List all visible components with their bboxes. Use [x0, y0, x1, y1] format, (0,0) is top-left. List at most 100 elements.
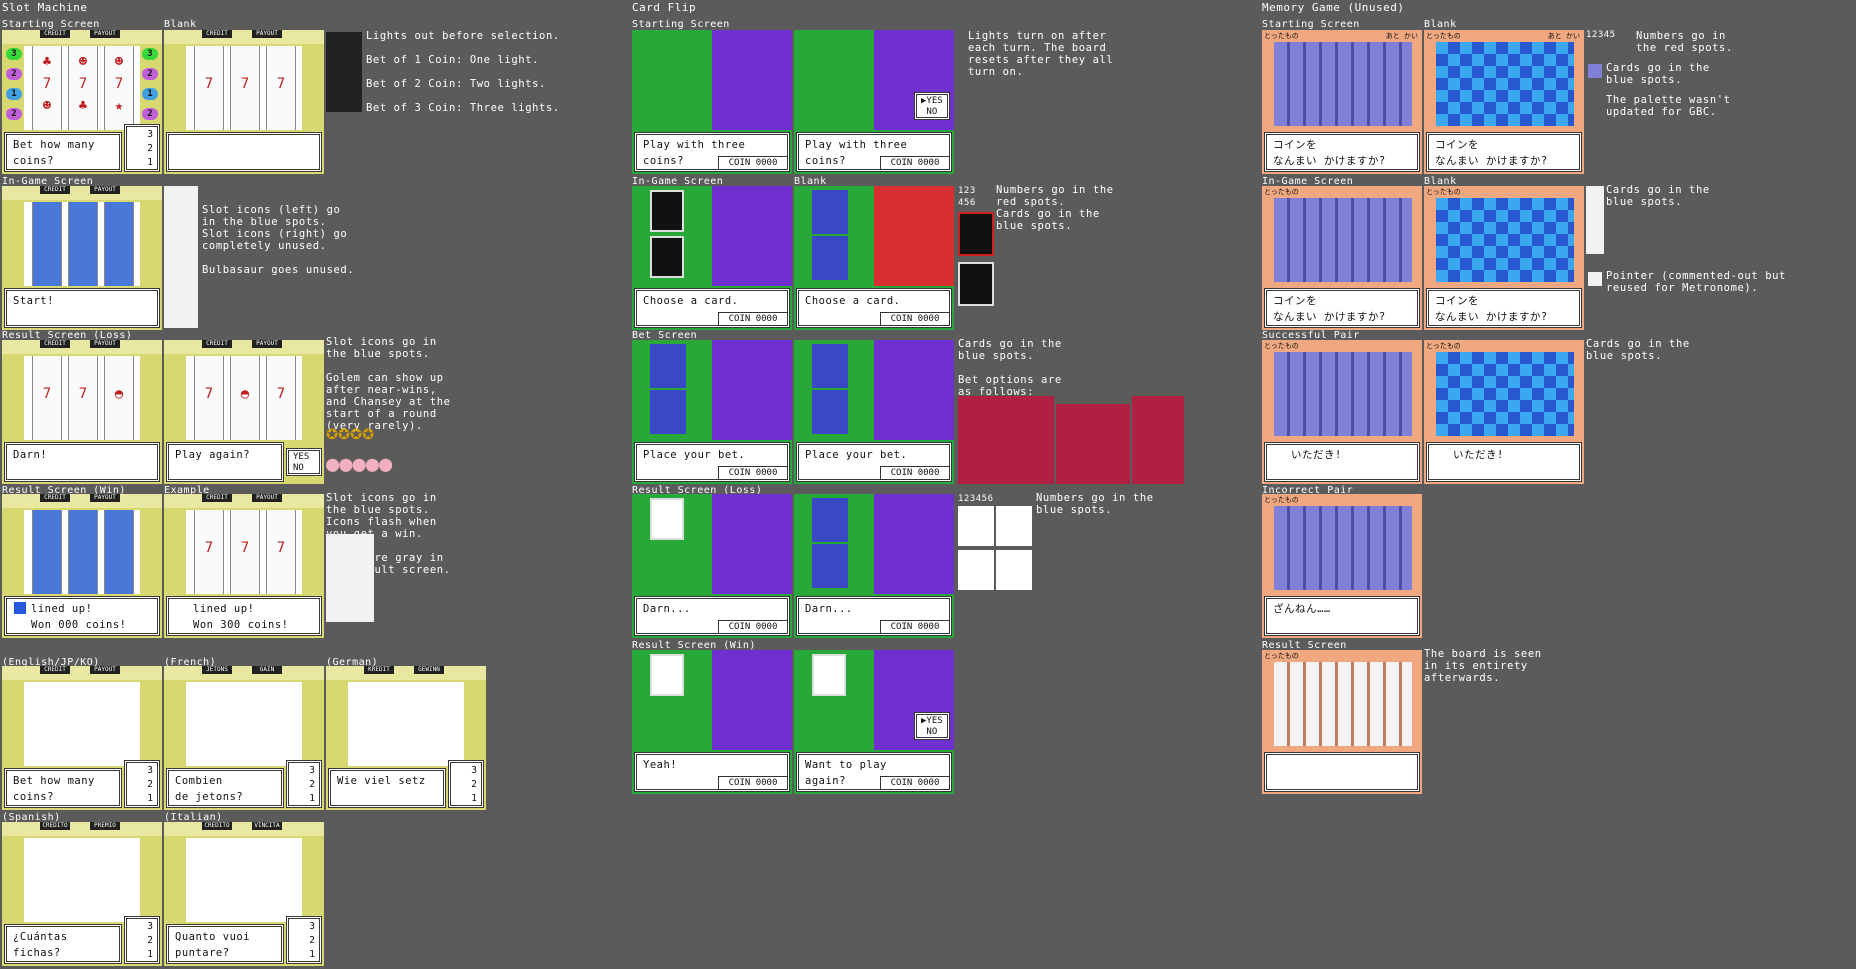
bet-options-box[interactable]: 3 2 1	[286, 760, 322, 808]
mem-starting-screen: とったもの あと かい コインを なんまい かけますか?	[1262, 30, 1422, 174]
seven-icon: 7	[42, 386, 52, 402]
slot-reels: 7 7 ◓	[24, 356, 140, 440]
mem-numbers-note: Numbers go in the red spots.	[1636, 30, 1733, 54]
cf-board	[712, 186, 792, 286]
slot-ita-screen: CREDITO VINCITA Quanto vuoi puntare? 3 2…	[164, 822, 324, 966]
coin-counter: COIN 0000	[880, 312, 950, 326]
slot-reels	[348, 682, 464, 766]
coin-counter: COIN 0000	[880, 620, 950, 634]
slot-reels	[24, 510, 140, 594]
cf-board	[712, 340, 792, 440]
cf-board	[874, 494, 954, 594]
slot-reels: 7 7 7	[186, 510, 302, 594]
mem-header-left: とったもの	[1426, 342, 1461, 350]
payout-label: PAYOUT	[90, 186, 120, 194]
slot-eng-screen: CREDIT PAYOUT Bet how many coins? 3 2 1	[2, 666, 162, 810]
seven-icon: 7	[276, 386, 286, 402]
payout-label: PAYOUT	[90, 30, 120, 38]
slot-topbar	[2, 494, 162, 508]
cf-lights-note: Lights turn on after each turn. The boar…	[968, 30, 1114, 78]
reel-right: ☻ 7 ★	[104, 46, 134, 130]
slot-ger-screen: KREDIT GEWINN Wie viel setz 3 2 1	[326, 666, 486, 810]
blue-spot	[650, 390, 686, 434]
mem-header-left: とったもの	[1264, 496, 1299, 504]
slot-won-dialog: lined up! Won 000 coins!	[4, 596, 160, 636]
slot-ingame-screen: CREDIT PAYOUT Start!	[2, 186, 162, 330]
reel-middle: ☻ 7 ♣	[68, 46, 98, 130]
reel-blue-left	[32, 202, 62, 286]
jigglypuff-card-icon	[996, 506, 1032, 546]
seven-icon: 7	[204, 540, 214, 556]
bet-options-box[interactable]: 3 2 1	[124, 760, 160, 808]
credit-label: JETONS	[202, 666, 232, 674]
coin-counter: COIN 0000	[880, 776, 950, 790]
slot-bet-dialog: Bet how many coins?	[4, 132, 122, 172]
mem-header-left: とったもの	[1264, 188, 1299, 196]
mem-header-left: とったもの	[1264, 342, 1299, 350]
slot-icons-note: Slot icons (left) go in the blue spots. …	[202, 204, 355, 276]
slot-reels	[24, 682, 140, 766]
ger-bet-dialog: Wie viel setz	[328, 768, 446, 808]
reel-middle: 7	[230, 46, 260, 130]
bet-options-box[interactable]: 3 2 1	[124, 124, 160, 172]
line-badge-2rb: 2	[142, 108, 158, 120]
slot-icon-sheet	[164, 186, 198, 328]
mem-board-checker	[1436, 42, 1574, 126]
credit-label: KREDIT	[364, 666, 394, 674]
cherry-icon: ♣	[78, 98, 88, 114]
coin-counter: COIN 0000	[880, 466, 950, 480]
yes-no-box[interactable]: ▶YES NO	[914, 712, 950, 740]
cf-board	[712, 494, 792, 594]
mem-digits: 12345	[1586, 30, 1616, 40]
slot-reels: 7 ◓ 7	[186, 356, 302, 440]
payout-label: PAYOUT	[90, 340, 120, 348]
mem-result-note: The board is seen in its entirety afterw…	[1424, 648, 1542, 684]
star-icon: ★	[114, 98, 124, 114]
poliwag-card-icon	[958, 550, 994, 590]
seven-icon: 7	[240, 540, 250, 556]
slot-topbar	[164, 30, 324, 44]
cf-digits-row1: 123	[958, 186, 976, 196]
seven-icon: 7	[42, 76, 52, 92]
slot-blank-screen: CREDIT PAYOUT 7 7 7	[164, 30, 324, 174]
seven-icon: 7	[276, 540, 286, 556]
cf-numbers-note: Numbers go in the red spots. Cards go in…	[996, 184, 1114, 232]
blue-spot	[650, 344, 686, 388]
yes-no-box[interactable]: ▶YES NO	[914, 92, 950, 120]
mem-itadaki-dialog: いただき!	[1264, 442, 1420, 482]
slot-reels: ♣ 7 ☻ ☻ 7 ♣ ☻ 7 ★	[24, 46, 140, 130]
payout-label: PAYOUT	[252, 494, 282, 502]
slot-lights-note: Lights out before selection. Bet of 1 Co…	[366, 30, 560, 114]
mem-empty-dialog	[1264, 752, 1420, 792]
mem-starting-label: Starting Screen	[1262, 19, 1360, 30]
bet-options-sheet-1	[958, 396, 1054, 484]
payout-label: PAYOUT	[90, 494, 120, 502]
mem-coin-dialog: コインを なんまい かけますか?	[1426, 288, 1582, 328]
slot-topbar	[164, 822, 324, 836]
yes-no-box[interactable]: YES NO	[286, 448, 322, 476]
seven-icon: 7	[78, 76, 88, 92]
reel-middle: 7	[230, 510, 260, 594]
slot-topbar	[2, 30, 162, 44]
oddish-card-icon	[650, 654, 684, 696]
line-badge-1r: 1	[142, 88, 158, 100]
slot-empty-dialog	[166, 132, 322, 172]
slot-win-icon-sheet	[326, 534, 374, 622]
bet-options-box[interactable]: 3 2 1	[286, 916, 322, 964]
reel-right: ◓	[104, 356, 134, 440]
reel-blue-middle	[68, 202, 98, 286]
seven-icon: 7	[204, 386, 214, 402]
card-icon	[1588, 64, 1602, 78]
cf-blank-screen: Choose a card. COIN 0000	[794, 186, 954, 330]
mem-zannen-dialog: ざんねん……	[1264, 596, 1420, 636]
slot-reels	[24, 838, 140, 922]
reel-left: 7	[32, 356, 62, 440]
bet-options-box[interactable]: 3 2 1	[124, 916, 160, 964]
slot-reels: 7 7 7	[186, 46, 302, 130]
slot-darn-dialog: Darn!	[4, 442, 160, 482]
slot-starting-label: Starting Screen	[2, 19, 100, 30]
mem-pair-note: Cards go in the blue spots.	[1586, 338, 1690, 362]
fre-bet-dialog: Combien de jetons?	[166, 768, 284, 808]
oddish-card-icon	[812, 654, 846, 696]
bet-options-box[interactable]: 3 2 1	[448, 760, 484, 808]
